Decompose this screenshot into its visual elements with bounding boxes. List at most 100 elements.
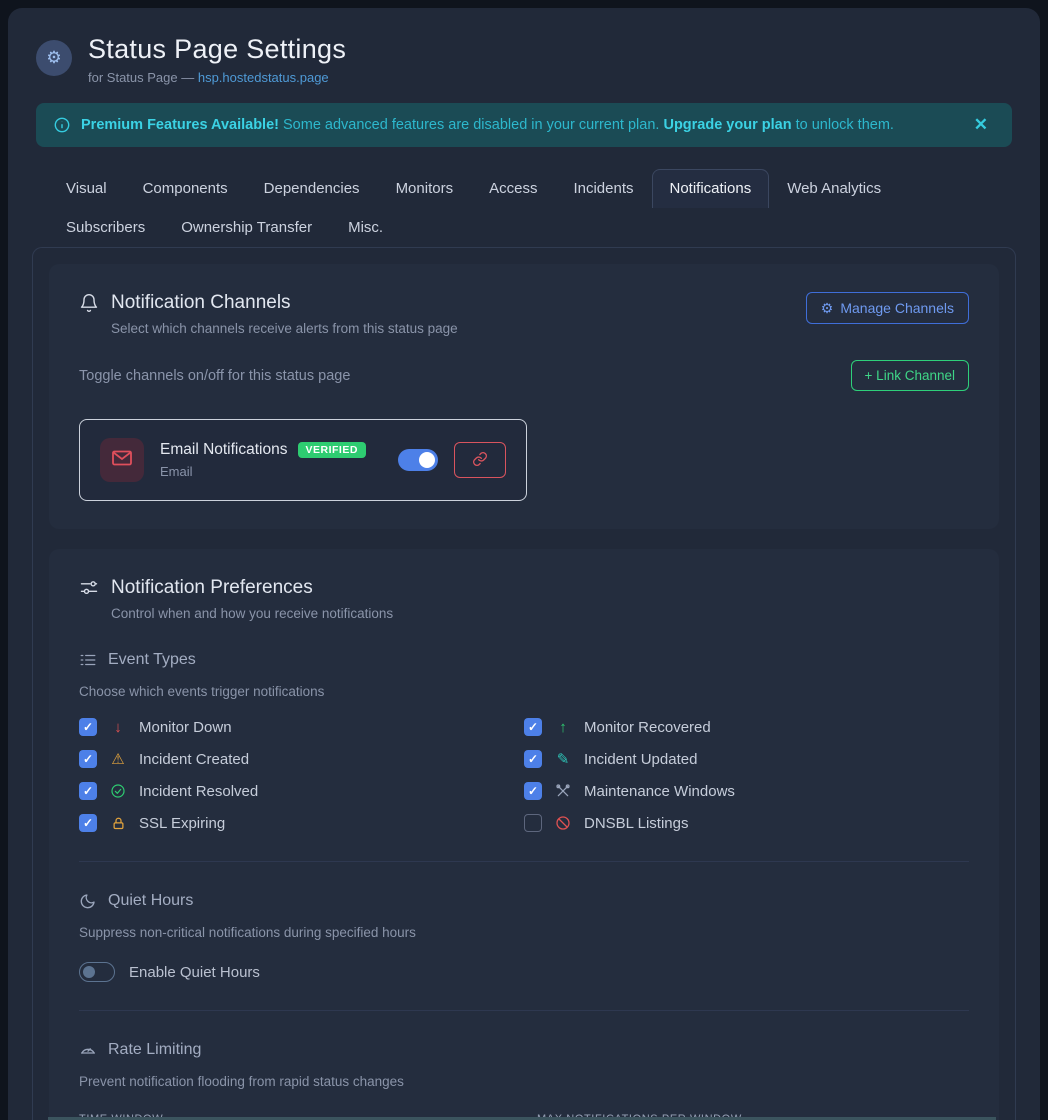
lock-icon (109, 815, 127, 831)
event-label: Maintenance Windows (584, 783, 735, 800)
verified-badge: VERIFIED (298, 442, 366, 459)
quiet-hours-header: Quiet Hours (79, 892, 969, 910)
tab-monitors[interactable]: Monitors (378, 169, 472, 208)
checkbox-incident-updated[interactable]: ✓ (524, 750, 542, 768)
warning-icon: ⚠ (109, 752, 127, 767)
subtitle-prefix: for Status Page — (88, 70, 198, 85)
event-incident-resolved: ✓ Incident Resolved (79, 781, 524, 801)
event-label: DNSBL Listings (584, 815, 689, 832)
email-channel-card: Email Notifications VERIFIED Email (79, 419, 527, 501)
tab-components[interactable]: Components (125, 169, 246, 208)
close-icon[interactable]: ✕ (968, 111, 994, 139)
info-icon (54, 117, 70, 133)
quiet-hours-toggle[interactable] (79, 962, 115, 982)
tab-notifications[interactable]: Notifications (652, 169, 770, 208)
event-label: Incident Updated (584, 751, 697, 768)
arrow-up-icon: ↑ (554, 720, 572, 735)
channels-toggle-row: Toggle channels on/off for this status p… (79, 360, 969, 391)
tab-dependencies[interactable]: Dependencies (246, 169, 378, 208)
rate-limiting-subtitle: Prevent notification flooding from rapid… (79, 1074, 969, 1089)
channels-header: Notification Channels Select which chann… (79, 292, 969, 336)
unlink-channel-button[interactable] (454, 442, 506, 478)
banner-suffix: to unlock them. (792, 117, 894, 133)
notification-preferences-card: Notification Preferences Control when an… (49, 549, 999, 1120)
email-channel-avatar (100, 438, 144, 482)
channels-title: Notification Channels (111, 292, 291, 314)
checkbox-maintenance-windows[interactable]: ✓ (524, 782, 542, 800)
toggle-knob (83, 966, 95, 978)
checkbox-incident-created[interactable]: ✓ (79, 750, 97, 768)
event-incident-created: ✓ ⚠ Incident Created (79, 749, 524, 769)
page-subtitle: for Status Page — hsp.hostedstatus.page (88, 70, 346, 85)
moon-icon (79, 892, 97, 910)
rate-limiting-header: Rate Limiting (79, 1041, 969, 1059)
status-page-link[interactable]: hsp.hostedstatus.page (198, 70, 329, 85)
event-label: Incident Created (139, 751, 249, 768)
tab-misc[interactable]: Misc. (330, 208, 401, 247)
tab-access[interactable]: Access (471, 169, 555, 208)
event-label: Monitor Recovered (584, 719, 711, 736)
section-divider (79, 1010, 969, 1011)
check-circle-icon (109, 783, 127, 799)
page-title: Status Page Settings (88, 34, 346, 65)
channels-subtitle: Select which channels receive alerts fro… (111, 321, 458, 336)
email-channel-name-row: Email Notifications VERIFIED (160, 442, 366, 459)
preferences-title: Notification Preferences (111, 577, 313, 599)
page-header-text: Status Page Settings for Status Page — h… (88, 34, 346, 85)
link-channel-button[interactable]: + Link Channel (851, 360, 969, 391)
tab-visual[interactable]: Visual (48, 169, 125, 208)
banner-bold-lead: Premium Features Available! (81, 117, 279, 133)
settings-tabs: Visual Components Dependencies Monitors … (48, 169, 1000, 247)
email-channel-toggle[interactable] (398, 449, 438, 471)
event-ssl-expiring: ✓ SSL Expiring (79, 813, 524, 833)
gear-icon: ⚙ (46, 48, 61, 68)
toggle-hint: Toggle channels on/off for this status p… (79, 368, 350, 384)
event-types-grid: ✓ ↓ Monitor Down ✓ ↑ Monitor Recovered ✓… (79, 717, 969, 833)
rate-limiting-title: Rate Limiting (108, 1041, 201, 1059)
sliders-icon (79, 578, 99, 598)
email-channel-info: Email Notifications VERIFIED Email (160, 442, 366, 479)
section-divider (79, 861, 969, 862)
list-icon (79, 651, 97, 669)
quiet-hours-toggle-label: Enable Quiet Hours (129, 964, 260, 981)
bell-icon (79, 293, 99, 313)
page-header: ⚙ Status Page Settings for Status Page —… (8, 8, 1040, 85)
event-label: SSL Expiring (139, 815, 225, 832)
quiet-hours-subtitle: Suppress non-critical notifications duri… (79, 925, 969, 940)
event-label: Monitor Down (139, 719, 232, 736)
gear-icon: ⚙ (821, 300, 834, 317)
tab-web-analytics[interactable]: Web Analytics (769, 169, 899, 208)
checkbox-dnsbl-listings[interactable] (524, 814, 542, 832)
notifications-tab-content: Notification Channels Select which chann… (32, 247, 1016, 1120)
tab-incidents[interactable]: Incidents (555, 169, 651, 208)
manage-channels-label: Manage Channels (840, 300, 954, 316)
notification-channels-card: Notification Channels Select which chann… (49, 264, 999, 529)
checkbox-ssl-expiring[interactable]: ✓ (79, 814, 97, 832)
premium-banner: Premium Features Available! Some advance… (36, 103, 1012, 147)
upgrade-plan-link[interactable]: Upgrade your plan (663, 117, 791, 133)
pencil-icon: ✎ (554, 752, 572, 767)
settings-panel: ⚙ Status Page Settings for Status Page —… (8, 8, 1040, 1120)
quiet-hours-title: Quiet Hours (108, 892, 193, 910)
event-types-subtitle: Choose which events trigger notification… (79, 684, 969, 699)
preferences-title-row: Notification Preferences (79, 577, 969, 599)
checkbox-incident-resolved[interactable]: ✓ (79, 782, 97, 800)
manage-channels-button[interactable]: ⚙ Manage Channels (806, 292, 969, 324)
event-monitor-down: ✓ ↓ Monitor Down (79, 717, 524, 737)
preferences-subtitle: Control when and how you receive notific… (111, 606, 969, 621)
event-label: Incident Resolved (139, 783, 258, 800)
checkbox-monitor-recovered[interactable]: ✓ (524, 718, 542, 736)
channels-header-text: Notification Channels Select which chann… (79, 292, 458, 336)
event-dnsbl-listings: DNSBL Listings (524, 813, 969, 833)
ban-icon (554, 815, 572, 831)
event-maintenance-windows: ✓ Maintenance Windows (524, 781, 969, 801)
checkbox-monitor-down[interactable]: ✓ (79, 718, 97, 736)
tab-ownership-transfer[interactable]: Ownership Transfer (163, 208, 330, 247)
channel-type: Email (160, 465, 366, 478)
premium-banner-text: Premium Features Available! Some advance… (81, 117, 957, 133)
gauge-icon (79, 1041, 97, 1059)
tab-subscribers[interactable]: Subscribers (48, 208, 163, 247)
banner-body: Some advanced features are disabled in y… (279, 117, 663, 133)
envelope-icon (110, 446, 134, 475)
event-monitor-recovered: ✓ ↑ Monitor Recovered (524, 717, 969, 737)
